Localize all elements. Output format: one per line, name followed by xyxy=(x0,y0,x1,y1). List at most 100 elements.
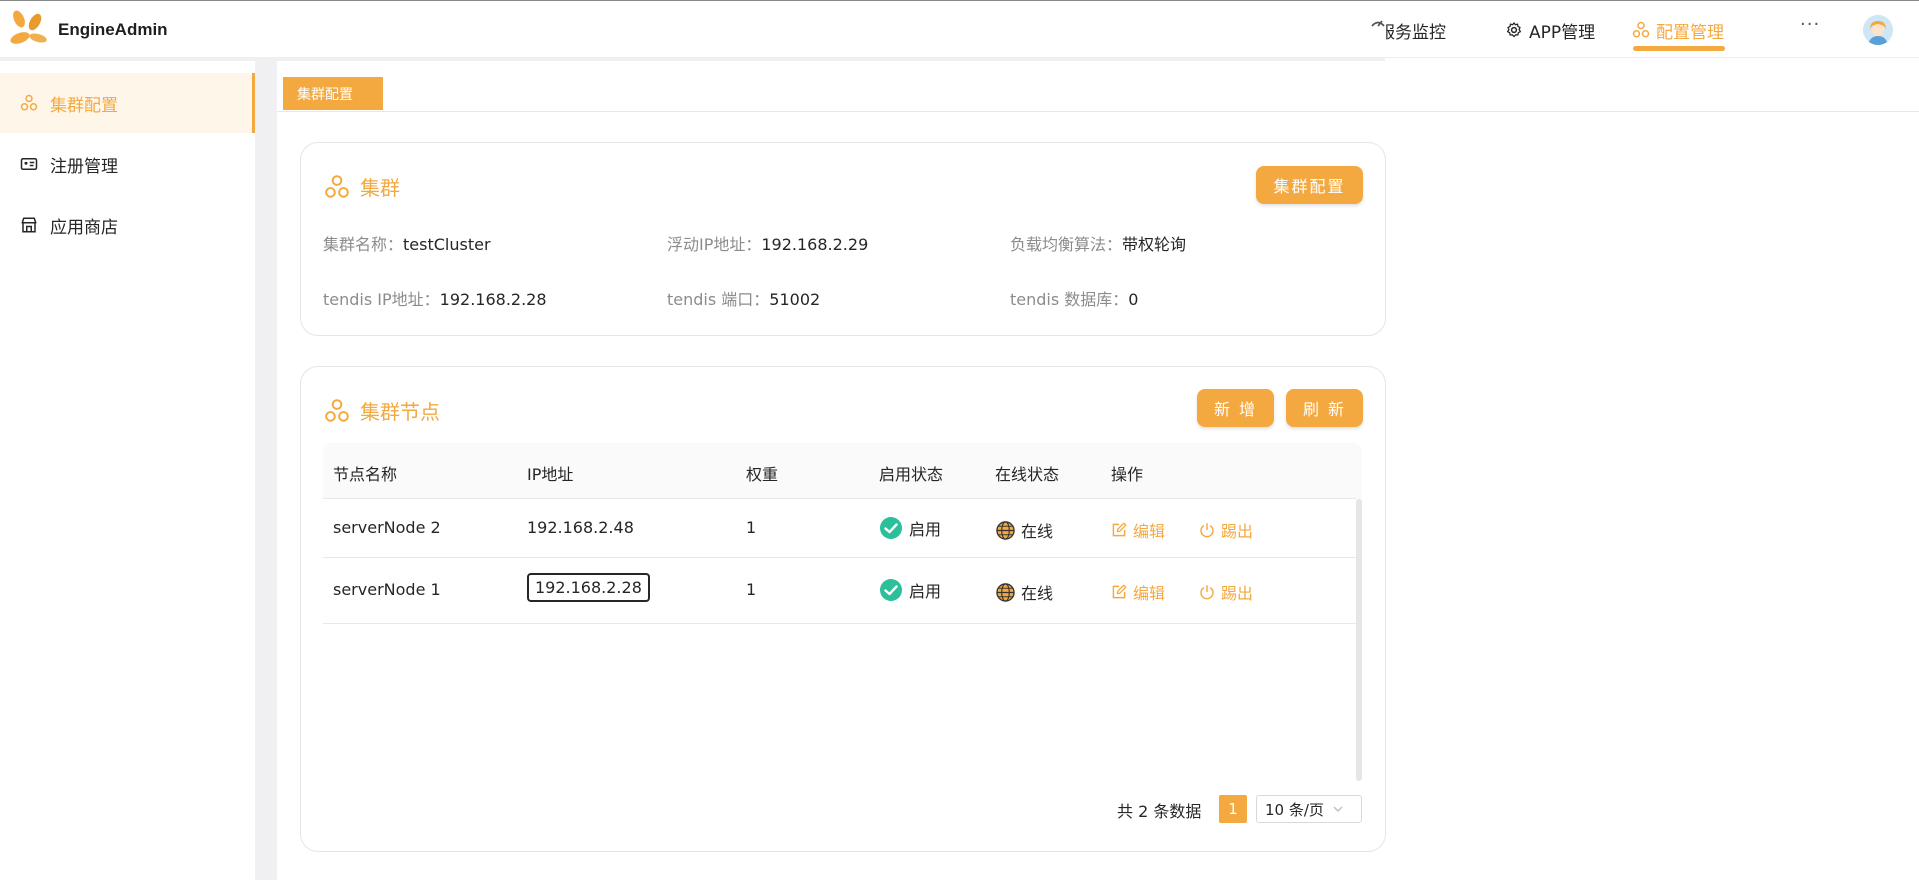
cell-weight: 1 xyxy=(746,580,757,599)
check-circle-icon xyxy=(880,579,902,601)
active-nav-indicator xyxy=(1633,46,1725,51)
sidebar-gutter xyxy=(255,58,277,880)
nodes-card-title: 集群节点 xyxy=(324,396,440,425)
cell-ip-focused[interactable]: 192.168.2.28 xyxy=(527,573,650,602)
check-circle-icon xyxy=(880,517,902,539)
sidebar-item-label: 集群配置 xyxy=(50,95,118,116)
cell-node-name: serverNode 2 xyxy=(333,518,441,537)
edit-link[interactable]: 编辑 xyxy=(1111,580,1165,604)
id-card-icon xyxy=(20,158,38,170)
ip-value: 192.168.2.28 xyxy=(527,573,650,602)
refresh-button[interactable]: 刷 新 xyxy=(1286,389,1363,427)
kick-label: 踢出 xyxy=(1221,522,1254,541)
cell-online-status: 在线 xyxy=(996,518,1053,542)
kick-label: 踢出 xyxy=(1221,584,1254,603)
cell-enabled-status: 启用 xyxy=(879,578,941,602)
nav-overflow-fade xyxy=(1370,2,1385,54)
field-label: tendis 端口： xyxy=(667,290,770,309)
field-value: testCluster xyxy=(403,235,491,254)
table-header xyxy=(323,443,1362,499)
edit-icon xyxy=(1112,584,1127,599)
avatar[interactable] xyxy=(1863,15,1893,45)
field-value: 192.168.2.29 xyxy=(761,235,869,254)
column-header-weight: 权重 xyxy=(746,465,779,484)
gear-icon xyxy=(1506,22,1522,38)
kick-link[interactable]: 踢出 xyxy=(1199,518,1253,542)
power-icon xyxy=(1200,585,1214,600)
sidebar-item-cluster-config[interactable]: 集群配置 xyxy=(0,73,255,133)
sidebar-item-label: 应用商店 xyxy=(50,217,118,238)
cluster-config-button[interactable]: 集群配置 xyxy=(1256,166,1363,204)
status-text: 在线 xyxy=(1021,522,1054,541)
cell-weight: 1 xyxy=(746,518,757,537)
edit-label: 编辑 xyxy=(1133,522,1166,541)
status-text: 启用 xyxy=(909,520,942,539)
column-header-enabled: 启用状态 xyxy=(879,465,944,484)
field-label: tendis 数据库： xyxy=(1010,290,1129,309)
user-avatar-icon xyxy=(1863,15,1893,45)
cell-ip[interactable]: 192.168.2.48 xyxy=(527,518,634,537)
globe-icon xyxy=(996,520,1015,540)
tendis-port-field: tendis 端口：51002 xyxy=(667,286,820,310)
sidebar-item-label: 注册管理 xyxy=(50,156,118,177)
top-header: EngineAdmin 服务监控 APP管理 配置管理 ··· xyxy=(0,0,1919,58)
more-menu-button[interactable]: ··· xyxy=(1800,14,1820,35)
cluster-name-field: 集群名称：testCluster xyxy=(323,231,491,255)
sidebar-item-app-store[interactable]: 应用商店 xyxy=(0,195,255,255)
edit-link[interactable]: 编辑 xyxy=(1111,518,1165,542)
cluster-icon xyxy=(325,174,349,198)
nav-item-app-management[interactable]: APP管理 xyxy=(1505,18,1596,43)
chevron-down-icon xyxy=(1333,806,1343,812)
nav-item-config-management[interactable]: 配置管理 xyxy=(1632,18,1724,43)
tab-bar xyxy=(277,72,1919,112)
tab-cluster-config[interactable]: 集群配置 xyxy=(283,77,383,110)
edit-icon xyxy=(1112,522,1127,537)
page-button-1[interactable]: 1 xyxy=(1219,795,1247,823)
cluster-nodes-card xyxy=(300,366,1386,852)
cell-enabled-status: 启用 xyxy=(879,516,941,540)
sidebar: 集群配置 注册管理 应用商店 xyxy=(0,61,255,880)
column-header-node-name: 节点名称 xyxy=(333,465,398,484)
window-top-border xyxy=(0,0,1919,1)
page-size-select[interactable]: 10 条/页 xyxy=(1256,795,1362,823)
kick-link[interactable]: 踢出 xyxy=(1199,580,1253,604)
field-value: 51002 xyxy=(769,290,821,309)
cell-node-name: serverNode 1 xyxy=(333,580,441,599)
cluster-icon xyxy=(1632,21,1650,38)
app-logo-icon xyxy=(10,10,47,44)
field-value: 0 xyxy=(1128,290,1139,309)
add-node-button[interactable]: 新 增 xyxy=(1197,389,1274,427)
column-header-ip: IP地址 xyxy=(527,465,574,484)
tendis-db-field: tendis 数据库：0 xyxy=(1010,286,1138,310)
cluster-icon xyxy=(325,398,349,422)
tendis-ip-field: tendis IP地址：192.168.2.28 xyxy=(323,286,547,310)
monitor-icon xyxy=(1371,20,1385,27)
nav-label: 服务监控 xyxy=(1378,22,1446,43)
floating-ip-field: 浮动IP地址：192.168.2.29 xyxy=(667,231,868,255)
field-label: 浮动IP地址： xyxy=(667,235,762,254)
edit-label: 编辑 xyxy=(1133,584,1166,603)
column-header-online: 在线状态 xyxy=(995,465,1060,484)
column-header-actions: 操作 xyxy=(1111,465,1144,484)
table-scrollbar[interactable] xyxy=(1356,499,1362,781)
row-divider xyxy=(323,498,1356,499)
cell-online-status: 在线 xyxy=(996,580,1053,604)
field-value: 带权轮询 xyxy=(1122,235,1187,254)
sidebar-item-registration[interactable]: 注册管理 xyxy=(0,134,255,194)
globe-icon xyxy=(996,582,1015,602)
power-icon xyxy=(1200,523,1214,538)
cluster-icon xyxy=(20,94,38,111)
nav-label: 配置管理 xyxy=(1656,22,1724,43)
status-text: 在线 xyxy=(1021,584,1054,603)
row-divider xyxy=(323,557,1356,558)
field-label: 集群名称： xyxy=(323,235,404,254)
nav-item-service-monitor[interactable]: 服务监控 xyxy=(1378,18,1446,43)
nav-label: APP管理 xyxy=(1529,22,1596,43)
status-text: 启用 xyxy=(909,582,942,601)
field-value: 192.168.2.28 xyxy=(439,290,547,309)
cluster-card-title: 集群 xyxy=(324,172,400,201)
page-size-value: 10 条/页 xyxy=(1265,800,1324,819)
card-title-text: 集群节点 xyxy=(360,400,440,424)
row-divider xyxy=(323,623,1356,624)
card-title-text: 集群 xyxy=(360,176,400,200)
